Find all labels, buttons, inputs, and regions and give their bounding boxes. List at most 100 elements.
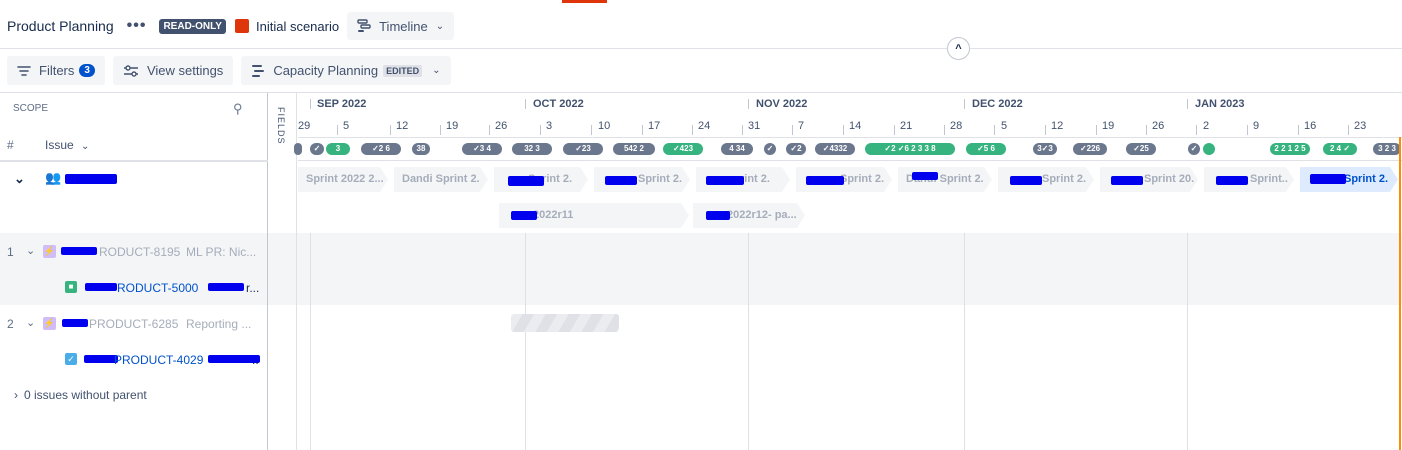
redacted-team-name — [65, 174, 117, 184]
issue-schedule-bar[interactable] — [511, 314, 619, 332]
settings-sliders-icon — [123, 64, 138, 77]
sprint-status-chip[interactable] — [1203, 143, 1215, 155]
week-divider — [1146, 125, 1147, 135]
redacted-project-prefix — [84, 355, 118, 363]
week-label: 19 — [446, 120, 459, 132]
sprint-status-chip[interactable]: ✓226 — [1073, 143, 1107, 155]
sprint-status-chip[interactable]: 4 34 — [721, 143, 753, 155]
chevron-down-icon: ⌄ — [81, 141, 90, 152]
redacted-sprint-text — [706, 176, 744, 185]
week-label: 26 — [1152, 120, 1165, 132]
sprint-status-chip[interactable]: 3 — [326, 143, 350, 155]
week-label: 17 — [648, 120, 661, 132]
epic-icon: ⚡ — [43, 245, 56, 258]
sprint-status-chip[interactable] — [294, 143, 302, 155]
sprint-status-chip[interactable]: ✓2 6 — [361, 143, 401, 155]
month-label: NOV 2022 — [756, 98, 808, 110]
sprint-status-chip[interactable]: 542 2 — [613, 143, 655, 155]
redacted-release-text — [706, 211, 730, 220]
week-label: 16 — [1304, 120, 1317, 132]
week-label: 5 — [1001, 120, 1008, 132]
week-divider — [944, 125, 945, 135]
sprint-status-chip[interactable]: ✓23 — [563, 143, 603, 155]
collapse-header-button[interactable]: ^ — [947, 37, 970, 60]
issue-key[interactable]: RODUCT-8195 — [99, 245, 180, 259]
epic-icon: ⚡ — [43, 317, 56, 330]
sprint-status-chip[interactable]: 38 — [412, 143, 430, 155]
capacity-planning-label: Capacity Planning — [273, 63, 379, 78]
plan-header: Product Planning ••• READ-ONLY Initial s… — [0, 4, 1402, 48]
week-label: 24 — [698, 120, 711, 132]
month-gridline — [310, 233, 311, 450]
sprint-status-chip[interactable]: ✓2 — [786, 143, 806, 155]
week-label: 9 — [1253, 120, 1260, 132]
sprint-status-chip[interactable]: ✓2 ✓6 2 3 3 8 — [865, 143, 955, 155]
more-actions-button[interactable]: ••• — [127, 17, 147, 35]
filters-label: Filters — [39, 63, 75, 78]
sprint-status-chip[interactable]: ✓5 6 — [966, 143, 1006, 155]
sprint-status-chip[interactable]: ✓ — [310, 143, 324, 155]
search-icon[interactable]: ⚲ — [233, 101, 243, 117]
row-number: 2 — [7, 317, 14, 331]
sprint-bar[interactable]: Dandi Sprint 2. — [394, 167, 488, 192]
sprint-status-chip[interactable]: 2 4 ✓ — [1323, 143, 1357, 155]
issue-key[interactable]: PRODUCT-4029 — [114, 353, 203, 367]
sprint-status-chip[interactable]: ✓ — [1188, 143, 1200, 155]
task-checkbox-icon: ✓ — [65, 353, 77, 365]
week-label: 31 — [748, 120, 761, 132]
sprint-bar[interactable]: Sprint 2022 2... — [298, 167, 388, 192]
month-divider — [525, 99, 526, 109]
sprint-name: Sprint 2. — [638, 173, 683, 185]
week-divider — [742, 125, 743, 135]
sprint-status-chip[interactable]: 2 2 1 2 5 — [1270, 143, 1310, 155]
view-settings-button[interactable]: View settings — [112, 56, 234, 85]
chevron-right-icon: › — [14, 388, 18, 402]
redacted-sprint-text — [605, 176, 637, 185]
rank-column-header: # — [7, 138, 14, 152]
month-divider — [748, 99, 749, 109]
issue-summary: Reporting ... — [186, 317, 252, 331]
week-divider — [337, 125, 338, 135]
filters-button[interactable]: Filters 3 — [7, 56, 105, 85]
expand-team-chevron-icon[interactable]: ⌄ — [14, 171, 25, 187]
sprint-status-chip[interactable]: ✓4332 — [815, 143, 855, 155]
fields-column-toggle[interactable]: FIELDS — [268, 93, 297, 450]
issue-key[interactable]: PRODUCT-6285 — [89, 317, 178, 331]
chevron-down-icon[interactable]: ⌄ — [26, 244, 35, 257]
month-gridline — [525, 233, 526, 450]
sprint-status-chip[interactable]: 32 3 — [512, 143, 552, 155]
sprint-status-chip[interactable]: ✓25 — [1126, 143, 1156, 155]
timeline-icon — [357, 19, 371, 32]
sprint-status-chip[interactable]: ✓3 4 — [462, 143, 502, 155]
timeline-months: SEP 2022 OCT 2022 NOV 2022 DEC 2022 JAN … — [298, 93, 1402, 115]
sprint-status-chip[interactable]: ✓423 — [663, 143, 703, 155]
sprint-status-chip[interactable]: 3 2 3 — [1373, 143, 1401, 155]
week-divider — [390, 125, 391, 135]
chevron-down-icon[interactable]: ⌄ — [26, 316, 35, 329]
capacity-planning-button[interactable]: Capacity Planning EDITED ⌄ — [241, 56, 451, 85]
filter-icon — [17, 65, 31, 76]
redacted-project-prefix — [62, 319, 88, 327]
week-divider — [489, 125, 490, 135]
sprint-status-chip[interactable]: 3✓3 — [1033, 143, 1057, 155]
week-divider — [994, 125, 995, 135]
issue-column-header[interactable]: Issue ⌄ — [45, 138, 89, 152]
scenario-selector[interactable]: Initial scenario — [256, 19, 339, 34]
redacted-sprint-text — [912, 172, 938, 180]
issues-without-parent-label: 0 issues without parent — [24, 388, 147, 402]
redacted-sprint-text — [1310, 174, 1346, 184]
month-gridline — [748, 233, 749, 450]
release-name: 2022r11 — [533, 209, 574, 221]
sprint-name: Sprint 20. — [1144, 173, 1195, 185]
issue-key[interactable]: RODUCT-5000 — [117, 281, 198, 295]
team-icon: 👥 — [45, 170, 62, 185]
view-switcher-button[interactable]: Timeline ⌄ — [347, 12, 455, 40]
week-label: 19 — [1102, 120, 1115, 132]
sprint-status-chip[interactable]: ✓ — [764, 143, 776, 155]
month-divider — [1187, 99, 1188, 109]
issues-without-parent-toggle[interactable]: › 0 issues without parent — [14, 388, 147, 402]
week-label: 21 — [900, 120, 913, 132]
view-switcher-label: Timeline — [379, 18, 428, 34]
plan-title: Product Planning — [7, 18, 114, 34]
header-divider — [0, 48, 1402, 49]
